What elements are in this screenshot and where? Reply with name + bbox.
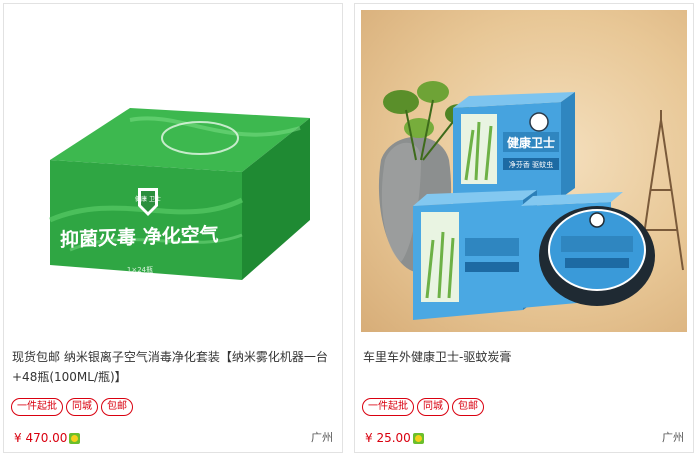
product-image[interactable]: 健康 卫士 抑菌灭毒 净化空气 1×24瓶 [10, 10, 336, 332]
tag-free-shipping[interactable]: 包邮 [452, 398, 484, 416]
tag-same-city[interactable]: 同城 [66, 398, 98, 416]
box-brand-label: 健康卫士 [507, 135, 555, 150]
price-row: ¥ 25.00 [365, 430, 424, 446]
brand-badge-text: 健康 卫士 [135, 195, 161, 203]
location: 广州 [311, 431, 333, 444]
product-title[interactable]: 车里车外健康卫士-驱蚊炭膏 [363, 347, 685, 367]
tag-wholesale[interactable]: 一件起批 [362, 398, 414, 416]
box-sub-label: 净芬香 驱蚊虫 [509, 160, 553, 169]
repellent-tin [539, 206, 655, 306]
product-card[interactable]: 健康 卫士 抑菌灭毒 净化空气 1×24瓶 现货包邮 纳米银离子空气消毒净化套装… [3, 3, 343, 453]
product-card[interactable]: 健康卫士 净芬香 驱蚊虫 车里车外健康卫士-驱蚊炭膏 一件起批 同城 包邮 ¥ … [354, 3, 694, 453]
tag-same-city[interactable]: 同城 [417, 398, 449, 416]
tag-list: 一件起批 同城 包邮 [362, 398, 484, 416]
product-title[interactable]: 现货包邮 纳米银离子空气消毒净化套装【纳米雾化机器一台+48瓶(100ML/瓶)… [12, 347, 334, 387]
location: 广州 [662, 431, 684, 444]
box-spec: 1×24瓶 [127, 265, 153, 274]
trade-assurance-icon[interactable] [412, 432, 424, 444]
tag-list: 一件起批 同城 包邮 [11, 398, 133, 416]
product-image[interactable]: 健康卫士 净芬香 驱蚊虫 [361, 10, 687, 332]
product-box-top: 健康卫士 净芬香 驱蚊虫 [453, 92, 575, 206]
trade-assurance-icon[interactable] [69, 432, 81, 444]
price-row: ¥ 470.00 [14, 430, 81, 446]
mosquito-repellent-photo: 健康卫士 净芬香 驱蚊虫 [378, 81, 684, 320]
price: ¥ 470.00 [14, 431, 68, 445]
green-box-illustration: 健康 卫士 抑菌灭毒 净化空气 1×24瓶 [49, 108, 310, 280]
price: ¥ 25.00 [365, 431, 411, 445]
tag-free-shipping[interactable]: 包邮 [101, 398, 133, 416]
tag-wholesale[interactable]: 一件起批 [11, 398, 63, 416]
